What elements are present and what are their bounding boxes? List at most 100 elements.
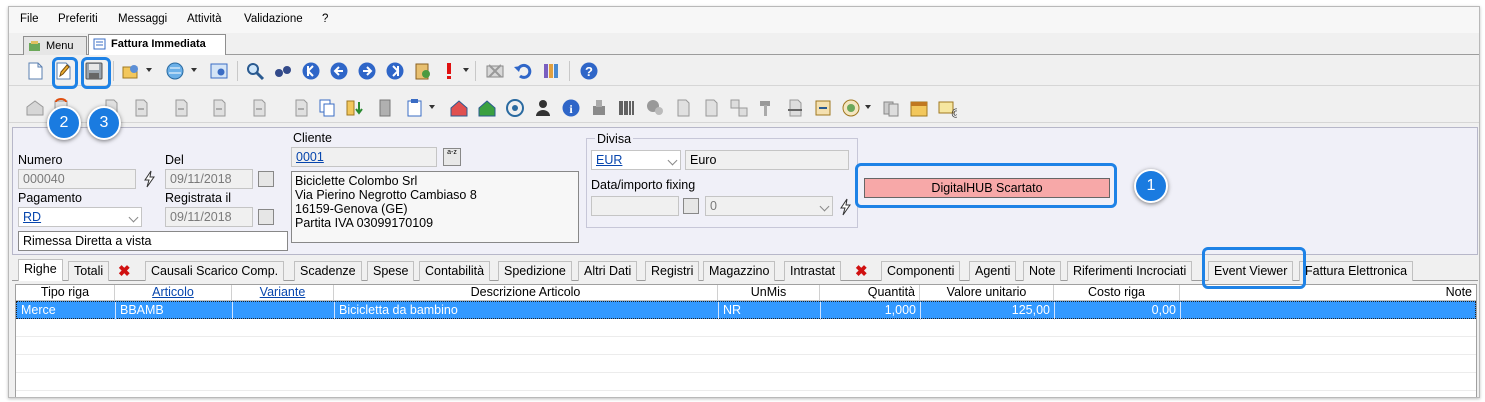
- menu-validazione[interactable]: Validazione: [244, 13, 303, 25]
- menu-preferiti[interactable]: Preferiti: [58, 13, 98, 25]
- next-record-button[interactable]: [355, 59, 379, 83]
- pagamento-select[interactable]: RD: [18, 207, 142, 227]
- tab-menu[interactable]: Menu: [23, 36, 87, 55]
- undo-button[interactable]: [511, 59, 535, 83]
- transfer-button[interactable]: [727, 96, 751, 120]
- tab-magazzino[interactable]: Magazzino: [703, 261, 776, 281]
- column-header-variante[interactable]: Variante: [232, 285, 334, 301]
- cliente-code-field[interactable]: 0001: [291, 147, 437, 167]
- emblem-button[interactable]: [839, 96, 863, 120]
- column-header-quantita[interactable]: Quantità: [820, 285, 920, 301]
- previous-record-button[interactable]: [327, 59, 351, 83]
- del-date-field[interactable]: 09/11/2018: [165, 169, 253, 189]
- fixing-amount-field[interactable]: 0: [705, 196, 833, 216]
- column-header-tipo-riga[interactable]: Tipo riga: [16, 285, 115, 301]
- tab-agenti[interactable]: Agenti: [969, 261, 1017, 281]
- doc-button-6[interactable]: [289, 96, 313, 120]
- alert-button[interactable]: [437, 59, 461, 83]
- user-button[interactable]: [531, 96, 555, 120]
- search-button[interactable]: [243, 59, 267, 83]
- first-record-button[interactable]: [299, 59, 323, 83]
- doc-button-7[interactable]: [671, 96, 695, 120]
- tools-button[interactable]: [119, 59, 143, 83]
- tools-button-2[interactable]: [755, 96, 779, 120]
- tab-intrastat[interactable]: Intrastat: [784, 261, 842, 281]
- fixing-date-field[interactable]: [591, 196, 679, 216]
- table-row[interactable]: Merce BBAMB Bicicletta da bambino NR 1,0…: [16, 301, 1476, 320]
- import-button[interactable]: [343, 96, 367, 120]
- email-at-icon: @: [938, 101, 957, 118]
- cliente-code[interactable]: 0001: [296, 150, 324, 164]
- mail-button[interactable]: [23, 96, 47, 120]
- close-icon[interactable]: ✖: [855, 262, 868, 280]
- column-header-costo-riga[interactable]: Costo riga: [1054, 285, 1180, 301]
- menu-file[interactable]: File: [20, 13, 39, 25]
- lightning-icon[interactable]: [141, 170, 159, 188]
- column-header-valore-unitario[interactable]: Valore unitario: [920, 285, 1054, 301]
- menu-help[interactable]: ?: [322, 13, 328, 25]
- numero-field[interactable]: 000040: [18, 169, 136, 189]
- chart-house-button-2[interactable]: [475, 96, 499, 120]
- tab-altri-dati[interactable]: Altri Dati: [578, 261, 638, 281]
- tab-contabilita[interactable]: Contabilità: [419, 261, 491, 281]
- registrata-date-field[interactable]: 09/11/2018: [165, 207, 253, 227]
- info-button[interactable]: i: [559, 96, 583, 120]
- doc-button-3[interactable]: [169, 96, 193, 120]
- last-record-button[interactable]: [383, 59, 407, 83]
- divisa-label: Divisa: [595, 132, 634, 146]
- globe-button[interactable]: [163, 59, 187, 83]
- doc-button-5[interactable]: [247, 96, 271, 120]
- email-button[interactable]: @: [935, 96, 959, 120]
- calendar-icon[interactable]: [683, 198, 699, 214]
- pagamento-code[interactable]: RD: [23, 210, 41, 224]
- lightning-icon[interactable]: [837, 198, 855, 216]
- tab-componenti[interactable]: Componenti: [881, 261, 961, 281]
- clipboard-button[interactable]: [403, 96, 427, 120]
- divisa-code[interactable]: EUR: [596, 153, 622, 167]
- column-header-descrizione[interactable]: Descrizione Articolo: [334, 285, 718, 301]
- tab-scadenze[interactable]: Scadenze: [294, 261, 362, 281]
- tab-totali[interactable]: Totali: [68, 261, 110, 281]
- docs-button[interactable]: [879, 96, 903, 120]
- doc-button-4[interactable]: [207, 96, 231, 120]
- calendar-icon[interactable]: [258, 209, 274, 225]
- network-button[interactable]: [503, 96, 527, 120]
- tab-fattura-elettronica[interactable]: Fattura Elettronica: [1299, 261, 1414, 281]
- chat-button[interactable]: [643, 96, 667, 120]
- column-header-articolo[interactable]: Articolo: [115, 285, 232, 301]
- archive-button[interactable]: [373, 96, 397, 120]
- undo-icon: [514, 63, 532, 79]
- tab-note[interactable]: Note: [1023, 261, 1062, 281]
- cancel-document-button[interactable]: [483, 59, 507, 83]
- tab-riferimenti[interactable]: Riferimenti Incrociati: [1067, 261, 1193, 281]
- help-button[interactable]: ?: [577, 59, 601, 83]
- refresh-button[interactable]: [411, 59, 435, 83]
- close-icon[interactable]: ✖: [118, 262, 131, 280]
- copy-button[interactable]: [315, 96, 339, 120]
- tab-fattura-label: Fattura Immediata: [111, 38, 206, 50]
- sort-az-button[interactable]: a-z: [443, 148, 461, 166]
- tab-registri[interactable]: Registri: [645, 261, 700, 281]
- calendar-button[interactable]: [907, 96, 931, 120]
- settings-button[interactable]: [207, 59, 231, 83]
- divisa-select[interactable]: EUR: [591, 150, 681, 170]
- stamp-button[interactable]: [587, 96, 611, 120]
- column-header-unmis[interactable]: UnMis: [718, 285, 820, 301]
- books-button[interactable]: [539, 59, 563, 83]
- tab-spese[interactable]: Spese: [367, 261, 415, 281]
- doc-button-8[interactable]: [699, 96, 723, 120]
- calendar-icon[interactable]: [258, 171, 274, 187]
- barcode-button[interactable]: [615, 96, 639, 120]
- binoculars-button[interactable]: [271, 59, 295, 83]
- tab-causali[interactable]: Causali Scarico Comp.: [145, 261, 285, 281]
- menu-messaggi[interactable]: Messaggi: [118, 13, 167, 25]
- chart-house-button[interactable]: [447, 96, 471, 120]
- new-document-button[interactable]: [23, 59, 47, 83]
- shredder-button[interactable]: [783, 96, 807, 120]
- doc-button-2[interactable]: [129, 96, 153, 120]
- link-button[interactable]: [811, 96, 835, 120]
- tab-spedizione[interactable]: Spedizione: [498, 261, 572, 281]
- tab-righe[interactable]: Righe: [18, 259, 63, 281]
- tab-fattura-immediata[interactable]: Fattura Immediata: [88, 34, 226, 55]
- menu-attivita[interactable]: Attività: [187, 13, 222, 25]
